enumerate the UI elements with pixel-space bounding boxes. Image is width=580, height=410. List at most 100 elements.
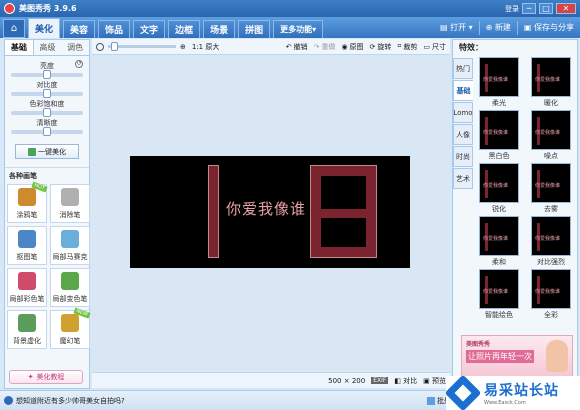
home-button[interactable]: ⌂	[3, 19, 25, 38]
brush-tool[interactable]: 背景虚化	[7, 310, 47, 349]
thumb-text: 你爱我像谁	[483, 130, 509, 136]
brush-label: 局部变色笔	[52, 295, 88, 303]
one-click-beautify-button[interactable]: 一键美化	[15, 144, 79, 159]
tutorial-button[interactable]: ✦ 美化教程	[9, 370, 83, 384]
tab-beauty[interactable]: 美容	[63, 20, 96, 38]
brush-tool[interactable]: 局部马赛克	[50, 226, 90, 265]
canvas-area[interactable]: 你爱我像谁	[92, 56, 450, 371]
new-button[interactable]: ⊕ 新建	[486, 22, 511, 33]
brush-tool[interactable]: 消除笔	[50, 184, 90, 223]
tab-accessories[interactable]: 饰品	[98, 20, 131, 38]
effect-grid: 你爱我像谁 柔光 你爱我像谁 暖化 你爱我像谁 黑白色 你爱我像谁 噪点 你爱我像谁 锐化 你爱我像…	[476, 57, 574, 320]
batch-icon	[427, 396, 435, 405]
maximize-button[interactable]: □	[539, 3, 553, 14]
more-features-menu[interactable]: 更多功能 ▾	[273, 20, 324, 38]
edited-photo[interactable]: 你爱我像谁	[130, 156, 410, 268]
brush-label: 涂鸦笔	[16, 211, 38, 219]
effect-item[interactable]: 你爱我像谁 对比强烈	[528, 216, 574, 267]
tab-scenes[interactable]: 场景	[203, 20, 236, 38]
effect-label: 暖化	[544, 99, 558, 107]
tutorial-label: 美化教程	[36, 373, 65, 381]
subtab-advanced[interactable]: 高级	[34, 40, 62, 55]
crop-label: 裁剪	[403, 42, 418, 51]
original-size-button[interactable]: 1:1 原大	[192, 42, 220, 52]
save-share-button[interactable]: ▣ 保存与分享	[524, 22, 574, 33]
exif-button[interactable]: EXIF	[371, 377, 389, 384]
slider-knob[interactable]	[43, 108, 51, 117]
effect-item[interactable]: 你爱我像谁 去雾	[528, 163, 574, 214]
reset-icon[interactable]: ↺	[75, 60, 83, 68]
effect-thumbnail: 你爱我像谁	[479, 110, 519, 150]
open-button[interactable]: ▤ 打开 ▾	[440, 22, 473, 33]
zoom-out-icon[interactable]	[96, 42, 104, 51]
original-image-button[interactable]: ◉ 原图	[341, 42, 363, 52]
tab-beautify[interactable]: 美化	[28, 18, 61, 38]
tab-text[interactable]: 文字	[133, 20, 166, 38]
rotate-button[interactable]: ⟳ 旋转	[370, 42, 392, 52]
more-label: 更多功能	[280, 25, 313, 34]
compare-button[interactable]: ◧ 对比	[394, 376, 417, 386]
original-label: 原图	[349, 42, 364, 51]
zoom-in-icon[interactable]: ⊕	[180, 43, 186, 51]
brush-label: 局部马赛克	[52, 253, 88, 261]
undo-button[interactable]: ↶ 撤销	[286, 42, 308, 52]
brush-tool[interactable]: 抠图笔	[7, 226, 47, 265]
thumb-text: 你爱我像谁	[483, 183, 509, 189]
effect-category[interactable]: 艺术	[453, 168, 473, 189]
preview-button[interactable]: ▣ 预览	[423, 376, 446, 386]
redo-button[interactable]: ↷ 重做	[314, 42, 336, 52]
effect-item[interactable]: 你爱我像谁 柔和	[476, 216, 522, 267]
effect-item[interactable]: 你爱我像谁 锐化	[476, 163, 522, 214]
contrast-slider[interactable]	[11, 89, 83, 98]
subtab-basic[interactable]: 基础	[5, 40, 34, 55]
home-icon: ⌂	[10, 23, 18, 34]
thumb-text: 你爱我像谁	[535, 236, 561, 242]
effect-item[interactable]: 你爱我像谁 智能绘色	[476, 269, 522, 320]
zoom-knob[interactable]	[111, 42, 119, 51]
brush-tool[interactable]: 局部变色笔	[50, 268, 90, 307]
brightness-slider[interactable]	[11, 70, 83, 79]
minimize-button[interactable]: ─	[522, 3, 536, 14]
brush-label: 魔幻笔	[59, 337, 81, 345]
crop-button[interactable]: ⌗ 裁剪	[397, 42, 417, 52]
effect-label: 黑白色	[488, 152, 510, 160]
effect-category[interactable]: 基础	[453, 80, 473, 101]
tab-collage[interactable]: 拼图	[238, 20, 271, 38]
brush-tool[interactable]: 涂鸦笔 HOT	[7, 181, 48, 223]
sliders: 亮度 对比度 色彩饱和度 清晰度	[5, 56, 89, 136]
watermark-cn: 易采站长站	[484, 383, 559, 399]
subtab-color[interactable]: 调色	[61, 40, 89, 55]
tip-link[interactable]: 想知道附近有多少帅哥美女自拍吗?	[16, 396, 125, 406]
compare-label: 对比	[403, 376, 418, 385]
effect-item[interactable]: 你爱我像谁 全彩	[528, 269, 574, 320]
effect-label: 全彩	[544, 311, 558, 319]
close-button[interactable]: ✕	[556, 3, 576, 14]
one-click-label: 一键美化	[38, 147, 66, 156]
slider-knob[interactable]	[43, 89, 51, 98]
undo-label: 撤销	[293, 42, 308, 51]
brush-tool[interactable]: 局部彩色笔	[7, 268, 47, 307]
effect-item[interactable]: 你爱我像谁 暖化	[528, 57, 574, 108]
saturation-slider[interactable]	[11, 108, 83, 117]
effect-item[interactable]: 你爱我像谁 黑白色	[476, 110, 522, 161]
slider-knob[interactable]	[43, 70, 51, 79]
resize-button[interactable]: ▭ 尺寸	[423, 42, 446, 52]
brush-icon	[61, 230, 79, 248]
effect-category[interactable]: 人像	[453, 124, 473, 145]
sharpness-slider[interactable]	[11, 127, 83, 136]
effect-category[interactable]: Lomo	[453, 102, 473, 123]
brush-tool[interactable]: 魔幻笔 NEW	[50, 307, 91, 349]
effect-category[interactable]: 热门	[453, 58, 473, 79]
login-link[interactable]: 登录	[505, 4, 519, 14]
effect-thumbnail: 你爱我像谁	[531, 163, 571, 203]
effect-item[interactable]: 你爱我像谁 噪点	[528, 110, 574, 161]
eye-icon: ◉	[341, 42, 348, 51]
zoom-slider[interactable]	[108, 42, 176, 51]
tab-frames[interactable]: 边框	[168, 20, 201, 38]
slider-knob[interactable]	[43, 127, 51, 136]
effect-item[interactable]: 你爱我像谁 柔光	[476, 57, 522, 108]
title-bar: 美图秀秀 3.9.6 登录 ─ □ ✕	[0, 0, 580, 17]
effect-category[interactable]: 时尚	[453, 146, 473, 167]
brush-icon	[61, 188, 79, 206]
redo-label: 重做	[321, 42, 336, 51]
